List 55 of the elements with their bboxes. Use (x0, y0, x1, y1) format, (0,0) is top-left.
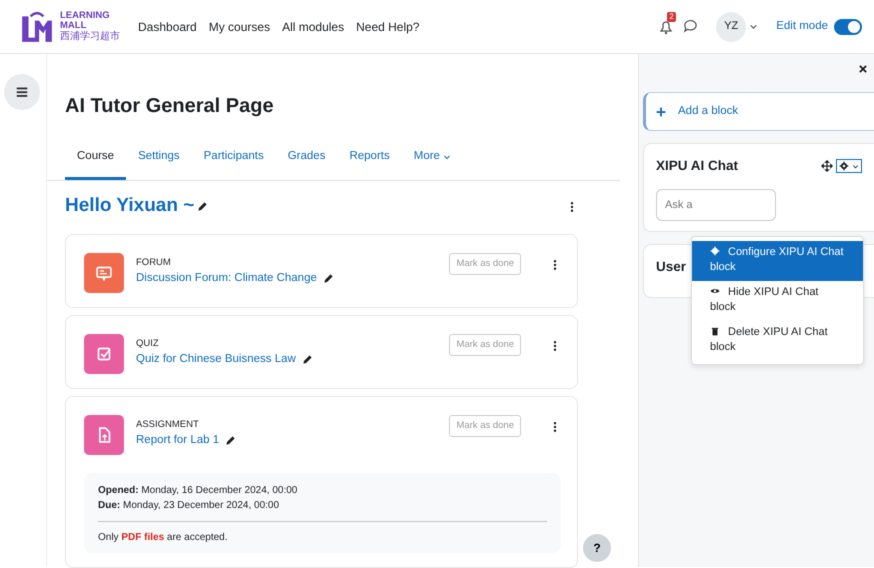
menu-item[interactable]: Delete XIPU AI Chat block (692, 320, 863, 360)
activity-link[interactable]: Discussion Forum: Climate Change (136, 270, 317, 288)
help-button[interactable]: ? (583, 534, 611, 562)
forum-icon (84, 253, 124, 294)
drawer-toggle-button[interactable] (4, 74, 40, 110)
close-icon[interactable] (858, 64, 868, 74)
nav-link[interactable]: My courses (208, 18, 270, 36)
list-icon (16, 86, 28, 98)
pencil-icon[interactable] (225, 435, 236, 446)
chat-bubble-icon[interactable] (683, 19, 698, 34)
checklist-icon (84, 334, 124, 374)
pencil-icon[interactable] (302, 354, 313, 366)
edit-mode-label: Edit mode (776, 18, 828, 34)
nav-link[interactable]: Need Help? (356, 18, 420, 36)
logo-icon (20, 10, 54, 44)
notification-count: 2 (667, 12, 676, 22)
block-title: User (656, 258, 686, 276)
nav-tab[interactable]: Participants (192, 138, 276, 180)
block-settings-button[interactable] (836, 159, 862, 174)
chat-input-field[interactable]: Ask a (656, 188, 776, 221)
caret-icon[interactable] (749, 22, 758, 31)
block-title: XIPU AI Chat (656, 157, 738, 176)
nav-tab[interactable]: Settings (126, 138, 192, 180)
edit-mode-toggle[interactable] (834, 18, 862, 34)
move-icon[interactable] (821, 160, 833, 172)
menu-item[interactable]: Hide XIPU AI Chat block (692, 280, 863, 321)
pencil-icon[interactable] (322, 273, 334, 284)
section-title: Hello Yixuan ~ (65, 195, 194, 218)
nav-link[interactable]: Dashboard (138, 18, 197, 36)
date-text: Due: Monday, 23 December 2024, 00:00 (98, 499, 280, 514)
accepted-files-note: Only PDF files are accepted. (98, 531, 229, 546)
activity-link[interactable]: Quiz for Chinese Buisness Law (136, 351, 296, 369)
logo-text: MALL (60, 21, 88, 31)
nav-link[interactable]: All modules (282, 18, 344, 36)
nav-tab[interactable]: Course (65, 138, 126, 180)
activity-type: FORUM (136, 256, 172, 270)
logo-text: 西浦学习超市 (60, 31, 120, 42)
activity-type: ASSIGNMENT (136, 418, 200, 432)
nav-tab[interactable]: Grades (276, 138, 338, 180)
nav-tab[interactable]: More (402, 138, 463, 180)
page-title: AI Tutor General Page (65, 94, 275, 118)
add-block-button[interactable]: Add a block (643, 92, 874, 132)
activity-link[interactable]: Report for Lab 1 (136, 432, 220, 450)
activity-type: QUIZ (136, 337, 160, 352)
nav-tab[interactable]: Reports (337, 138, 402, 180)
document-upload-icon (84, 415, 124, 456)
date-text: Opened: Monday, 16 December 2024, 00:00 (98, 484, 298, 498)
caret-icon (852, 162, 859, 170)
plus-icon (656, 106, 666, 117)
user-avatar[interactable]: YZ (716, 12, 746, 42)
pencil-icon[interactable] (197, 201, 208, 212)
trash-icon (710, 326, 720, 336)
menu-item[interactable]: Configure XIPU AI Chat block (692, 241, 863, 281)
bell-icon[interactable] (658, 19, 674, 36)
logo-text: LEARNING (60, 10, 111, 21)
